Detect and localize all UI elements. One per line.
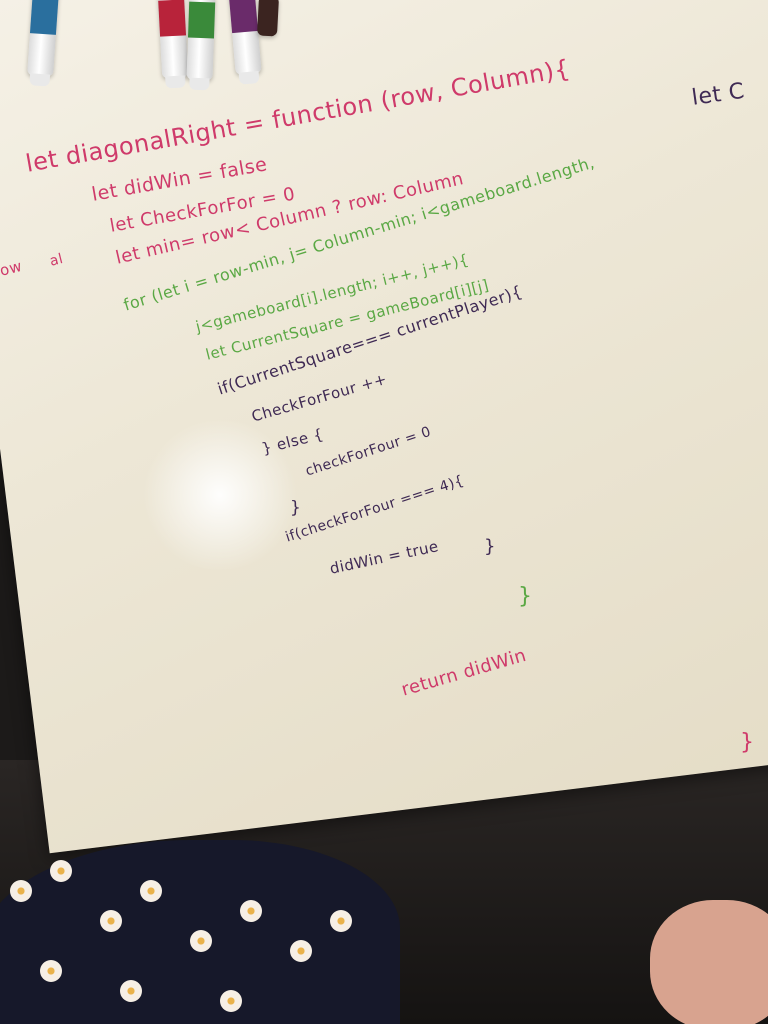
- dress-flower: [140, 880, 162, 902]
- marker-red-tip: [165, 75, 186, 89]
- dress-flower: [190, 930, 212, 952]
- dress-flower: [100, 910, 122, 932]
- hand: [650, 900, 768, 1024]
- floral-dress: [0, 840, 400, 1024]
- dress-flower: [40, 960, 62, 982]
- code-line-15: }: [484, 536, 496, 557]
- whiteboard: [0, 0, 768, 854]
- code-line-16: }: [518, 584, 533, 609]
- dress-flower: [240, 900, 262, 922]
- dress-flower: [220, 990, 242, 1012]
- photo-scene: let diagonalRight = function (row, Colum…: [0, 0, 768, 1024]
- dress-flower: [290, 940, 312, 962]
- marker-blue-band: [29, 0, 59, 35]
- marker-dark: [256, 0, 280, 37]
- marker-blue-tip: [29, 73, 51, 87]
- marker-red: [157, 0, 189, 89]
- marker-green-tip: [189, 77, 210, 91]
- dress-flower: [120, 980, 142, 1002]
- dress-flower: [50, 860, 72, 882]
- code-line-18: }: [740, 730, 755, 755]
- marker-green: [186, 0, 216, 91]
- marker-purple-band: [228, 0, 259, 34]
- marker-green-band: [187, 1, 216, 39]
- marker-red-band: [158, 0, 187, 37]
- dress-flower: [330, 910, 352, 932]
- dress-flower: [10, 880, 32, 902]
- code-line-12: }: [290, 498, 302, 518]
